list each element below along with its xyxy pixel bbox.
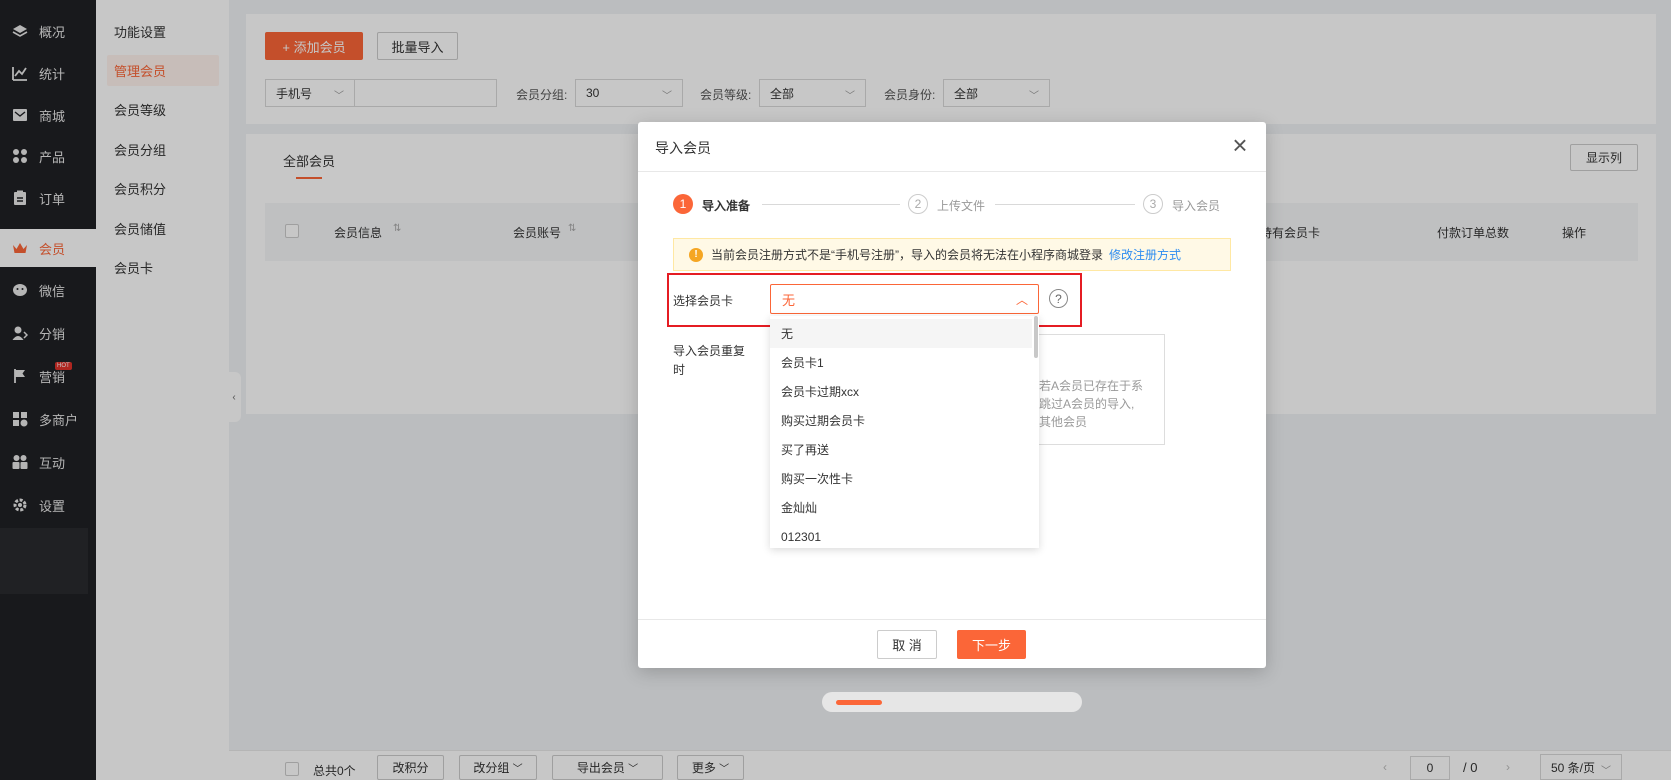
member-card-dropdown: 无 会员卡1 会员卡过期xcx 购买过期会员卡 买了再送 购买一次性卡 金灿灿 … [770, 316, 1039, 548]
change-registration-link[interactable]: 修改注册方式 [1109, 246, 1181, 263]
horizontal-scrollbar-thumb[interactable] [836, 700, 882, 705]
dialog-header-divider [638, 171, 1266, 172]
dropdown-option[interactable]: 金灿灿 [770, 493, 1032, 522]
help-icon[interactable]: ? [1049, 289, 1068, 308]
option-line: 其他会员 [1039, 415, 1088, 429]
step-3-label: 导入会员 [1172, 199, 1221, 213]
duplicate-label-line1: 导入会员重复 [673, 344, 746, 358]
step-1-number: 1 [673, 194, 693, 214]
duplicate-label-line2: 时 [673, 363, 686, 377]
dropdown-option[interactable]: 购买过期会员卡 [770, 406, 1032, 435]
warning-icon: ! [689, 247, 703, 262]
option-line: 跳过A会员的导入, [1039, 397, 1135, 411]
dropdown-scrollbar[interactable] [1034, 316, 1038, 358]
dropdown-option[interactable]: 买了再送 [770, 435, 1032, 464]
dropdown-option[interactable]: 012301 [770, 522, 1032, 548]
step-2-number: 2 [908, 194, 928, 214]
dropdown-option[interactable]: 会员卡过期xcx [770, 377, 1032, 406]
step-connector [762, 204, 900, 205]
member-card-value: 无 [782, 292, 796, 308]
step-3-number: 3 [1143, 194, 1163, 214]
cancel-button[interactable]: 取 消 [877, 630, 937, 659]
warning-text: 当前会员注册方式不是“手机号注册”，导入的会员将无法在小程序商城登录 [711, 248, 1103, 262]
step-1-label: 导入准备 [702, 199, 751, 213]
dropdown-option[interactable]: 会员卡1 [770, 348, 1032, 377]
dropdown-option[interactable]: 无 [770, 319, 1032, 348]
member-card-select[interactable]: 无 ︿ [770, 284, 1039, 314]
next-step-button[interactable]: 下一步 [957, 630, 1026, 659]
option-line: 若A会员已存在于系 [1039, 379, 1144, 393]
close-icon[interactable]: × [1228, 132, 1252, 158]
dialog-title: 导入会员 [655, 140, 711, 156]
dialog-footer-divider [638, 619, 1266, 620]
dropdown-option[interactable]: 购买一次性卡 [770, 464, 1032, 493]
step-2-label: 上传文件 [937, 199, 986, 213]
member-card-label: 选择会员卡 [673, 294, 734, 308]
chevron-up-icon: ︿ [1015, 293, 1028, 307]
duplicate-option-description: 若A会员已存在于系 跳过A会员的导入, 其他会员 [1039, 377, 1159, 431]
registration-warning-notice: ! 当前会员注册方式不是“手机号注册”，导入的会员将无法在小程序商城登录 修改注… [673, 238, 1231, 271]
step-connector [995, 204, 1135, 205]
